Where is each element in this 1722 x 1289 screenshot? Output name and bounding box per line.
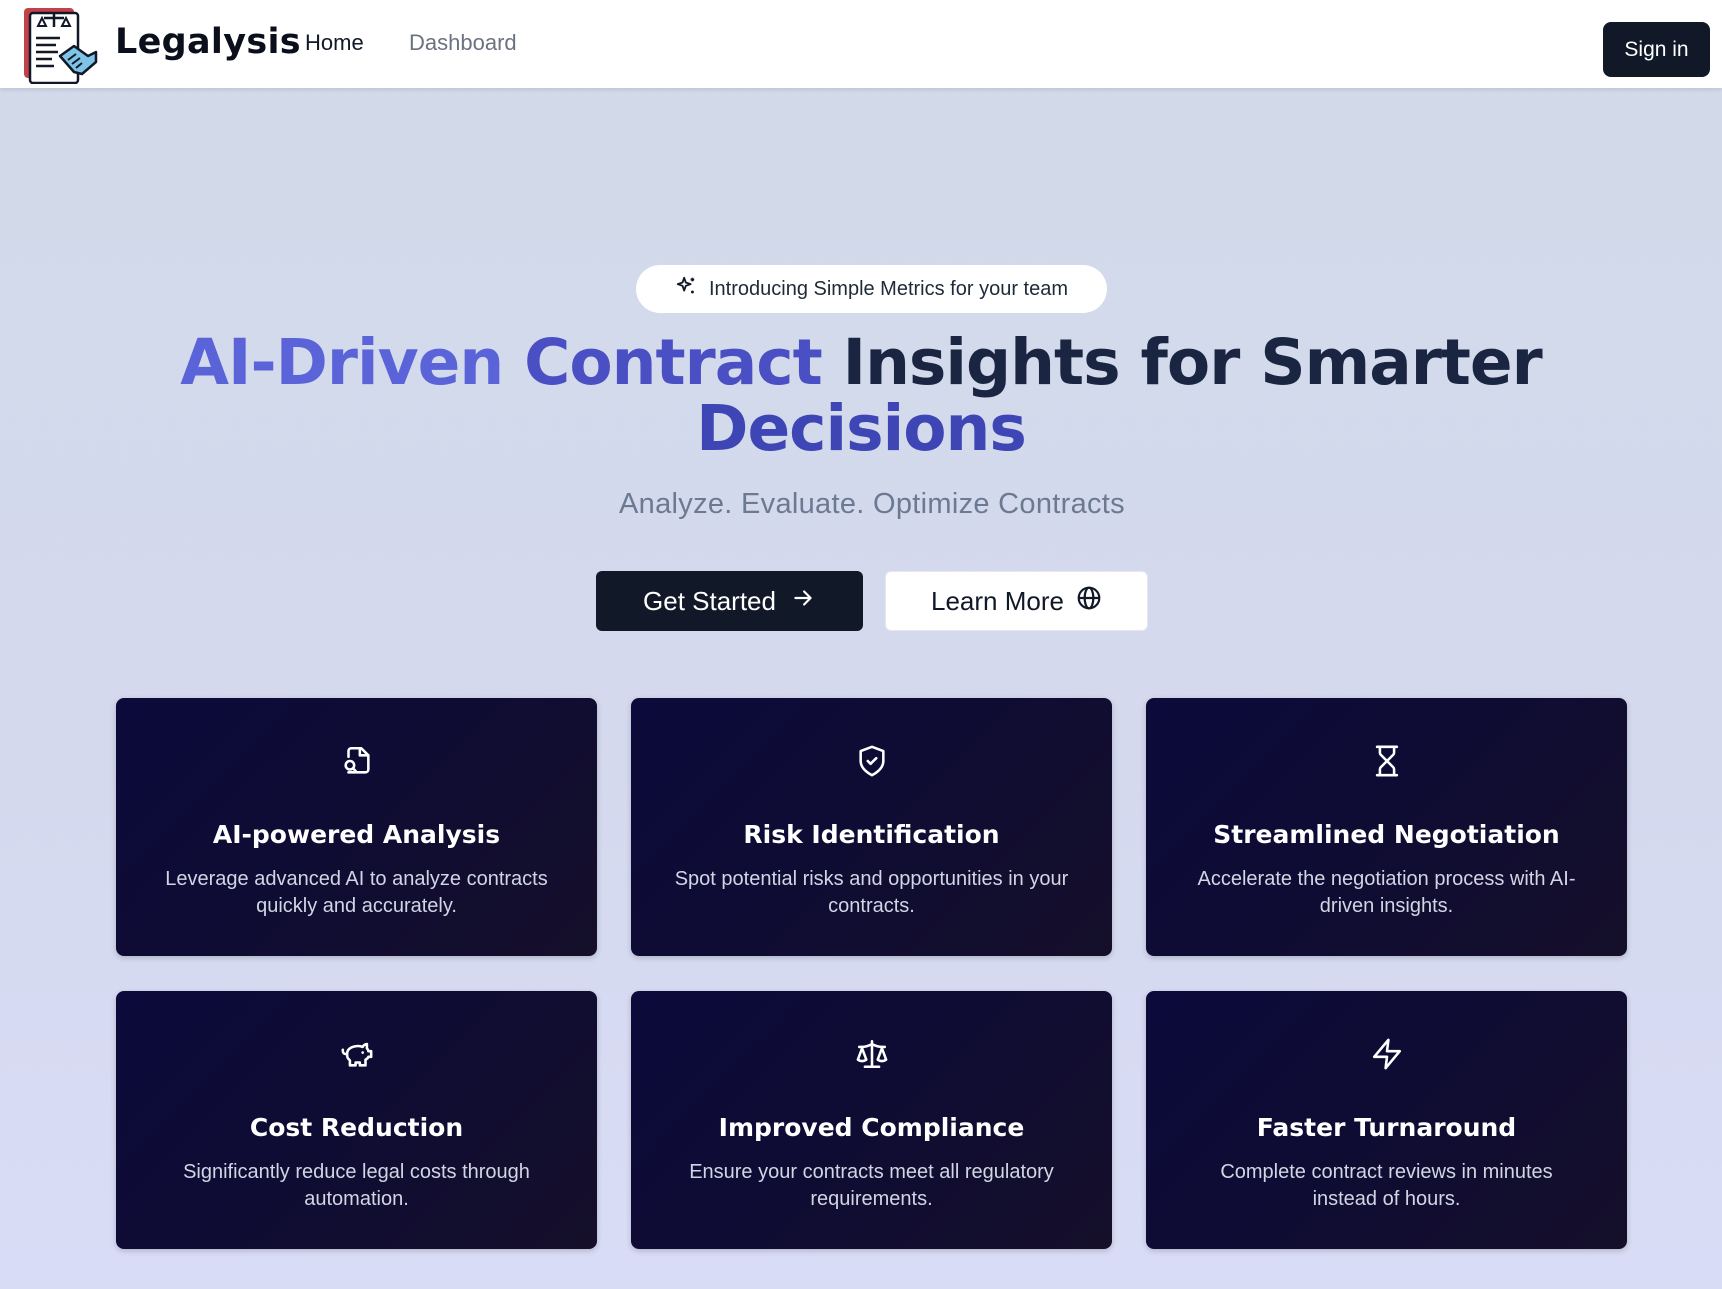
feature-title: Cost Reduction xyxy=(249,1113,464,1142)
arrow-right-icon xyxy=(790,585,816,618)
feature-card: Streamlined Negotiation Accelerate the n… xyxy=(1146,698,1627,956)
feature-description: Spot potential risks and opportunities i… xyxy=(674,868,1069,917)
feature-card: Cost Reduction Significantly reduce lega… xyxy=(116,991,597,1249)
legalysis-logo-icon[interactable] xyxy=(22,4,102,85)
feature-description: Accelerate the negotiation process with … xyxy=(1197,868,1576,917)
feature-title: Risk Identification xyxy=(743,820,1000,849)
learn-more-button[interactable]: Learn More xyxy=(885,571,1148,631)
sign-in-button[interactable]: Sign in xyxy=(1603,22,1710,77)
feature-description: Complete contract reviews in minutes ins… xyxy=(1220,1161,1553,1210)
feature-title: Improved Compliance xyxy=(718,1113,1025,1142)
shield-check-icon xyxy=(855,744,889,778)
feature-title: Streamlined Negotiation xyxy=(1213,820,1560,849)
hero-subheadline: Analyze. Evaluate. Optimize Contracts xyxy=(619,488,1125,520)
zap-icon xyxy=(1370,1037,1404,1071)
feature-cards: AI-powered Analysis Leverage advanced AI… xyxy=(116,698,1628,1249)
feature-card: Risk Identification Spot potential risks… xyxy=(631,698,1112,956)
learn-more-label: Learn More xyxy=(931,585,1064,616)
globe-icon xyxy=(1076,585,1102,618)
get-started-button[interactable]: Get Started xyxy=(596,571,863,631)
piggy-bank-icon xyxy=(340,1037,374,1071)
headline-part-1: AI-Driven xyxy=(180,326,504,399)
feature-card: Improved Compliance Ensure your contract… xyxy=(631,991,1112,1249)
feature-title: AI-powered Analysis xyxy=(212,820,501,849)
scale-icon xyxy=(855,1037,889,1071)
announcement-text: Introducing Simple Metrics for your team xyxy=(708,277,1069,300)
feature-description: Leverage advanced AI to analyze contract… xyxy=(165,868,548,917)
feature-description: Ensure your contracts meet all regulator… xyxy=(689,1161,1054,1210)
brand-name[interactable]: Legalysis xyxy=(115,22,301,62)
feature-card: AI-powered Analysis Leverage advanced AI… xyxy=(116,698,597,956)
hourglass-icon xyxy=(1370,744,1404,778)
headline-part-3: Insights for Smarter xyxy=(842,326,1543,399)
feature-description: Significantly reduce legal costs through… xyxy=(183,1161,530,1210)
nav-link-dashboard[interactable]: Dashboard xyxy=(409,30,517,56)
headline-part-2: Contract xyxy=(524,326,823,399)
feature-card: Faster Turnaround Complete contract revi… xyxy=(1146,991,1627,1249)
file-search-icon xyxy=(340,744,374,778)
hero-headline: AI-Driven Contract Insights for Smarter … xyxy=(140,330,1582,462)
nav-link-home[interactable]: Home xyxy=(305,30,364,56)
sparkles-icon xyxy=(675,275,697,303)
headline-part-4: Decisions xyxy=(696,392,1027,465)
get-started-label: Get Started xyxy=(643,585,776,616)
announcement-pill[interactable]: Introducing Simple Metrics for your team xyxy=(636,265,1107,313)
feature-title: Faster Turnaround xyxy=(1256,1113,1517,1142)
top-navbar: Legalysis Home Dashboard Sign in xyxy=(0,0,1722,88)
